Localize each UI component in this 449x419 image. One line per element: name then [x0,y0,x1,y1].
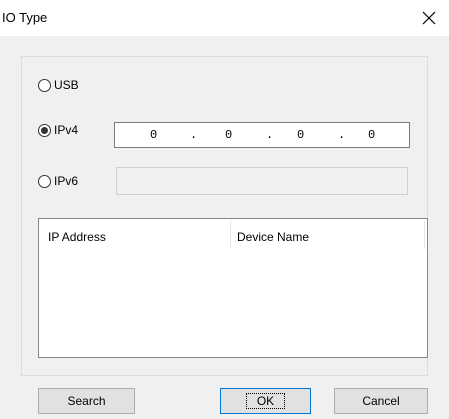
ipv4-address-field[interactable]: 0 . 0 . 0 . 0 [114,122,410,148]
io-type-dialog: IO Type USB IPv4 0 . 0 . 0 . 0 IPv6 IP A… [0,0,449,419]
ipv4-octet-3[interactable]: 0 [297,128,304,142]
ok-button[interactable]: OK [220,388,311,414]
ipv4-separator-2: . [266,128,274,142]
dialog-title: IO Type [2,10,48,25]
ipv4-separator-1: . [190,128,198,142]
title-bar: IO Type [0,0,449,36]
ipv4-octet-4[interactable]: 0 [368,128,375,142]
ipv4-radio[interactable]: IPv4 [38,123,78,137]
ipv4-radio-circle[interactable] [38,123,51,137]
usb-radio[interactable]: USB [38,78,79,92]
ipv4-octet-1[interactable]: 0 [150,128,157,142]
search-button[interactable]: Search [38,388,135,414]
ipv6-address-field[interactable] [116,167,408,195]
ipv6-radio[interactable]: IPv6 [38,174,78,188]
column-divider[interactable] [230,221,231,249]
ipv4-separator-3: . [338,128,346,142]
column-header-ip-address[interactable]: IP Address [48,230,106,244]
close-icon [422,11,436,25]
usb-radio-label: USB [54,78,79,92]
usb-radio-circle[interactable] [38,78,51,92]
device-list[interactable]: IP Address Device Name [38,218,428,358]
ipv4-radio-label: IPv4 [54,123,79,137]
device-list-header: IP Address Device Name [39,219,427,255]
search-button-label: Search [67,394,106,408]
column-divider[interactable] [424,221,425,249]
cancel-button-label: Cancel [362,394,400,408]
ok-button-label: OK [245,393,286,409]
column-header-device-name[interactable]: Device Name [237,230,309,244]
ipv6-radio-circle[interactable] [38,174,51,188]
ipv4-octet-2[interactable]: 0 [225,128,232,142]
cancel-button[interactable]: Cancel [334,388,428,414]
ipv6-radio-label: IPv6 [54,174,79,188]
close-button[interactable] [409,0,449,36]
